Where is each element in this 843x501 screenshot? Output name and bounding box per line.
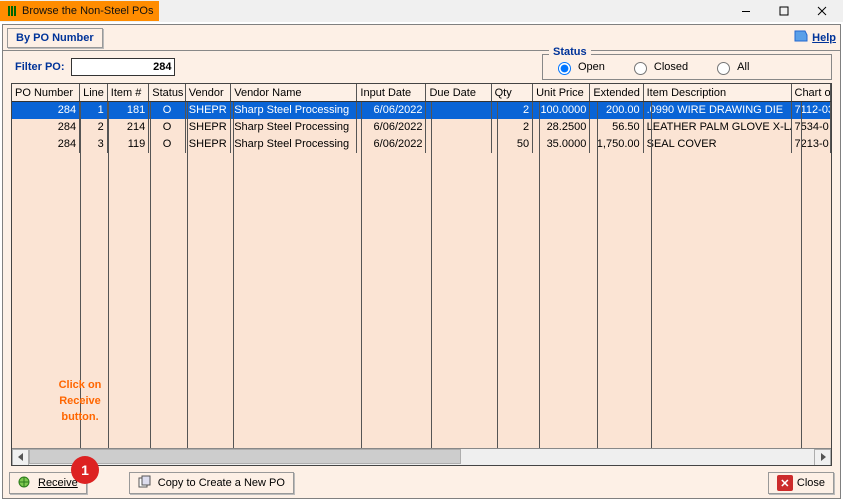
maximize-button[interactable] [767, 1, 801, 21]
col-item-desc[interactable]: Item Description [644, 84, 792, 101]
col-vendor-name[interactable]: Vendor Name [231, 84, 357, 101]
filter-row: Filter PO: Status Open Closed All [3, 51, 840, 79]
grid-body[interactable]: 2841181OSHEPRSharp Steel Processing6/06/… [12, 102, 831, 448]
close-label: Close [797, 477, 825, 489]
annotation-line1: Click on [40, 377, 120, 393]
col-extended[interactable]: Extended [590, 84, 643, 101]
status-all-radio[interactable]: All [712, 59, 749, 75]
tab-by-po-number[interactable]: By PO Number [7, 28, 103, 48]
grid-horizontal-scrollbar[interactable] [12, 448, 831, 465]
window-title: Browse the Non-Steel POs [22, 5, 153, 17]
app-window: Browse the Non-Steel POs By PO Number He… [0, 0, 843, 501]
annotation-text: Click on Receive button. [40, 377, 120, 425]
col-input-date[interactable]: Input Date [357, 84, 426, 101]
status-closed-label: Closed [654, 61, 688, 73]
annotation-line3: button. [40, 409, 120, 425]
copy-label: Copy to Create a New PO [158, 477, 285, 489]
copy-new-po-button[interactable]: Copy to Create a New PO [129, 472, 294, 494]
receive-icon [18, 475, 34, 492]
status-group: Status Open Closed All [542, 54, 832, 80]
col-line[interactable]: Line [80, 84, 108, 101]
status-closed-radio[interactable]: Closed [629, 59, 688, 75]
status-all-label: All [737, 61, 749, 73]
col-due-date[interactable]: Due Date [426, 84, 491, 101]
scroll-track[interactable] [29, 449, 814, 466]
help-link[interactable]: Help [793, 29, 836, 46]
col-unit-price[interactable]: Unit Price [533, 84, 590, 101]
titlebar-caption: Browse the Non-Steel POs [0, 1, 159, 21]
copy-icon [138, 475, 154, 492]
close-window-button[interactable] [805, 1, 839, 21]
filter-po-input[interactable] [71, 58, 175, 76]
titlebar: Browse the Non-Steel POs [0, 0, 843, 22]
col-item[interactable]: Item # [108, 84, 149, 101]
button-bar: Receive 1 Copy to Create a New PO ✕ Clos… [3, 468, 840, 498]
receive-label: Receive [38, 477, 78, 489]
help-icon [793, 29, 809, 46]
filter-po-label: Filter PO: [15, 61, 65, 73]
grid-header-row: PO Number Line Item # Status Vendor Vend… [12, 84, 831, 102]
help-label: Help [812, 32, 836, 44]
status-title: Status [549, 46, 591, 58]
col-qty[interactable]: Qty [492, 84, 533, 101]
tab-bar: By PO Number Help [3, 25, 840, 51]
col-vendor[interactable]: Vendor [186, 84, 231, 101]
minimize-button[interactable] [729, 1, 763, 21]
col-po-number[interactable]: PO Number [12, 84, 80, 101]
col-status[interactable]: Status [149, 84, 186, 101]
annotation-badge: 1 [71, 456, 99, 484]
scroll-right-button[interactable] [814, 449, 831, 466]
status-open-radio[interactable]: Open [553, 59, 605, 75]
col-chart[interactable]: Chart of [792, 84, 832, 101]
annotation-line2: Receive [40, 393, 120, 409]
content-frame: By PO Number Help Filter PO: Status Open [2, 24, 841, 499]
app-icon [6, 5, 18, 17]
close-button[interactable]: ✕ Close [768, 472, 834, 494]
po-grid[interactable]: PO Number Line Item # Status Vendor Vend… [11, 83, 832, 466]
scroll-left-button[interactable] [12, 449, 29, 466]
close-icon: ✕ [777, 475, 793, 491]
status-open-label: Open [578, 61, 605, 73]
